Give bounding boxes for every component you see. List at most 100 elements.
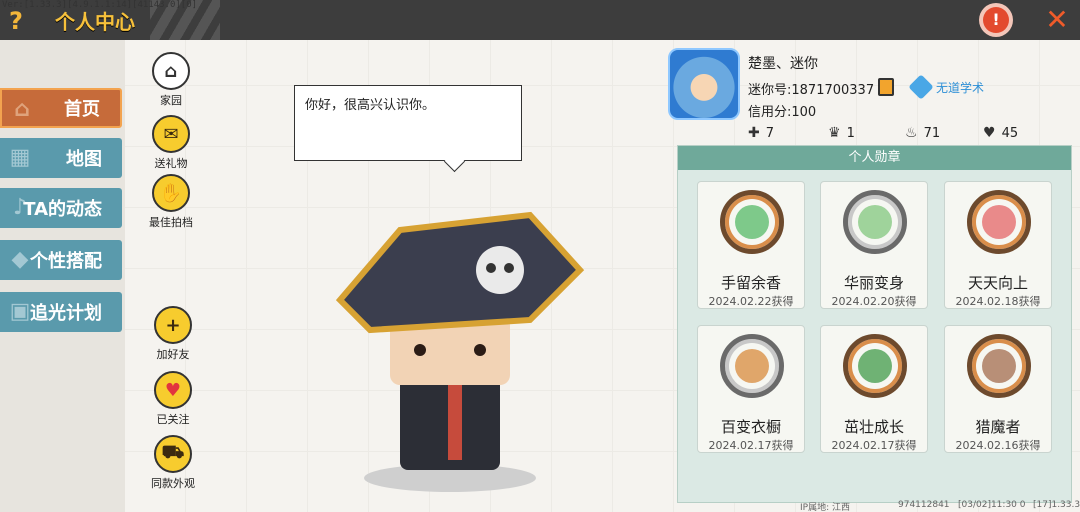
- sidebar-item-moments[interactable]: ♪ TA的动态: [0, 188, 122, 228]
- sidebar-item-label: TA的动态: [23, 199, 102, 220]
- close-icon[interactable]: ✕: [1040, 3, 1074, 37]
- crown-icon: ♛: [828, 125, 841, 141]
- plus-icon: ✚: [748, 125, 760, 141]
- badge-card[interactable]: 天天向上 2024.02.18获得: [944, 181, 1052, 309]
- greeting-text: 你好，很高兴认识你。: [305, 98, 436, 113]
- user-name: 楚墨、迷你: [748, 56, 818, 72]
- sidebar-item-label: 地图: [66, 149, 102, 170]
- add-friend-button[interactable]: + 加好友: [143, 306, 203, 362]
- send-gift-button[interactable]: ✉ 送礼物: [141, 115, 201, 171]
- badge-card[interactable]: 手留余香 2024.02.22获得: [697, 181, 805, 309]
- badge-name: 天天向上: [967, 274, 1028, 292]
- badge-date: 2024.02.16获得: [955, 439, 1041, 452]
- action-label: 送礼物: [154, 157, 188, 170]
- sidebar-item-label: 个性搭配: [30, 251, 102, 272]
- speech-bubble: 你好，很高兴认识你。: [294, 85, 522, 161]
- sidebar-item-plan[interactable]: ▣ 追光计划: [0, 292, 122, 332]
- handshake-icon: ✋: [152, 174, 190, 212]
- sidebar: ⌂ 首页 ▦ 地图 ♪ TA的动态 ◆ 个性搭配 ▣ 追光计划: [0, 40, 125, 512]
- medal-face: [982, 205, 1016, 239]
- badge-panel: 个人勋章 手留余香 2024.02.22获得 华丽变身 2024.02.20获得…: [677, 145, 1072, 503]
- stat-heart: ♥ 45: [983, 125, 1018, 141]
- medal-face: [858, 205, 892, 239]
- profile-panel: 楚墨、迷你 迷你号:1871700337 无道学术 信用分:100 ✚ 7 ♛ …: [668, 48, 1068, 148]
- badge-name: 华丽变身: [843, 274, 904, 292]
- home-button[interactable]: ⌂ 家园: [141, 52, 201, 108]
- medal-icon: [720, 190, 784, 254]
- outfit-icon: ◆: [11, 247, 29, 272]
- house-icon: ⌂: [152, 52, 190, 90]
- badge-name: 茁壮成长: [843, 418, 904, 436]
- version-text: Ver:[1.33.3][4.9.1.1:14][41143.0][0]: [2, 0, 198, 10]
- action-label: 已关注: [156, 413, 190, 426]
- medal-face: [735, 205, 769, 239]
- pirate-hat: [335, 211, 585, 334]
- sidebar-item-label: 首页: [64, 99, 100, 120]
- follow-button[interactable]: ♥ 已关注: [143, 371, 203, 427]
- action-label: 家园: [160, 94, 182, 107]
- badge-card[interactable]: 茁壮成长 2024.02.17获得: [820, 325, 928, 453]
- gift-icon: ✉: [152, 115, 190, 153]
- medal-icon: [843, 334, 907, 398]
- bell-icon: ♪: [12, 195, 28, 220]
- medal-face: [858, 349, 892, 383]
- action-label: 加好友: [156, 348, 190, 361]
- map-icon: ▦: [9, 145, 31, 170]
- home-icon: ⌂: [14, 97, 30, 122]
- skull-emblem: [476, 246, 524, 294]
- user-id: 迷你号:1871700337: [748, 83, 875, 98]
- footer-id: 974112841: [898, 500, 950, 510]
- badge-card[interactable]: 猎魔者 2024.02.16获得: [944, 325, 1052, 453]
- same-look-button[interactable]: ⛟ 同款外观: [143, 435, 203, 491]
- badge-card[interactable]: 百变衣橱 2024.02.17获得: [697, 325, 805, 453]
- badge-name: 猎魔者: [975, 418, 1021, 436]
- sidebar-item-map[interactable]: ▦ 地图: [0, 138, 122, 178]
- best-partner-button[interactable]: ✋ 最佳拍档: [141, 174, 201, 230]
- badge-date: 2024.02.22获得: [708, 295, 794, 308]
- add-friend-icon: +: [154, 306, 192, 344]
- medal-face: [982, 349, 1016, 383]
- avatar[interactable]: [668, 48, 740, 120]
- badge-name: 手留余香: [720, 274, 781, 292]
- heart-icon: ♥: [154, 371, 192, 409]
- stat-plus: ✚ 7: [748, 125, 774, 141]
- badge-date: 2024.02.18获得: [955, 295, 1041, 308]
- character-eye-right: [474, 344, 486, 356]
- flame-icon: ♨: [905, 125, 918, 141]
- footer-time: [03/02]11:30 0: [958, 500, 1026, 510]
- school-name[interactable]: 无道学术: [936, 79, 984, 96]
- stat-flame: ♨ 71: [905, 125, 940, 141]
- medal-icon: [967, 334, 1031, 398]
- stat-value: 45: [1001, 125, 1019, 141]
- page-title: 个人中心: [55, 10, 135, 34]
- question-icon[interactable]: ?: [4, 8, 28, 34]
- copy-icon[interactable]: [878, 78, 894, 96]
- badge-date: 2024.02.20获得: [831, 295, 917, 308]
- stat-value: 1: [846, 125, 855, 141]
- stat-value: 7: [765, 125, 775, 141]
- action-label: 最佳拍档: [149, 216, 193, 229]
- heart-broken-icon: ♥: [983, 125, 996, 141]
- sidebar-item-label: 追光计划: [30, 303, 102, 324]
- school-icon: [908, 74, 934, 100]
- sidebar-item-outfit[interactable]: ◆ 个性搭配: [0, 240, 122, 280]
- medal-icon: [720, 334, 784, 398]
- badge-name: 百变衣橱: [720, 418, 781, 436]
- sidebar-item-home[interactable]: ⌂ 首页: [0, 88, 122, 128]
- character-avatar[interactable]: [330, 210, 590, 500]
- character-eye-left: [414, 344, 426, 356]
- cart-icon: ⛟: [154, 435, 192, 473]
- warning-icon: !: [983, 7, 1009, 33]
- footer-version: [17]1.33.3: [1033, 500, 1080, 510]
- report-button[interactable]: !: [979, 3, 1013, 37]
- medal-face: [735, 349, 769, 383]
- medal-icon: [967, 190, 1031, 254]
- badge-card[interactable]: 华丽变身 2024.02.20获得: [820, 181, 928, 309]
- credit-score: 信用分:100: [748, 105, 817, 120]
- stat-value: 71: [923, 125, 941, 141]
- stat-crown: ♛ 1: [828, 125, 855, 141]
- badge-date: 2024.02.17获得: [708, 439, 794, 452]
- action-label: 同款外观: [151, 477, 195, 490]
- badge-date: 2024.02.17获得: [831, 439, 917, 452]
- ip-location: IP属地: 江西: [800, 503, 850, 512]
